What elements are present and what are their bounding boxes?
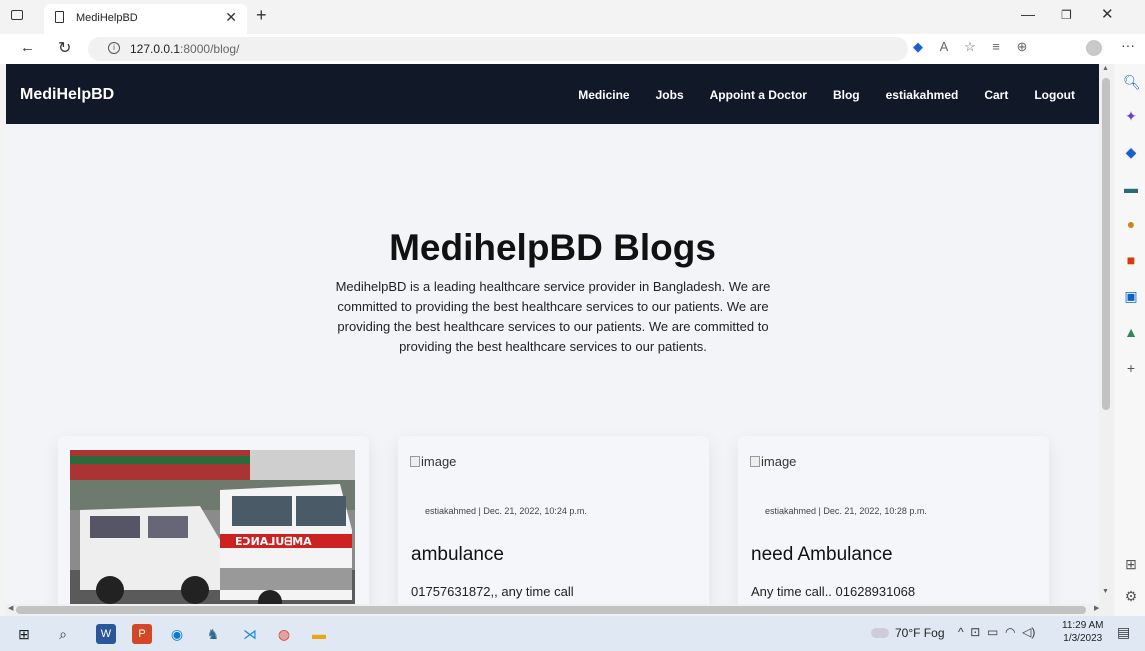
- clock[interactable]: 11:29 AM 1/3/2023: [1062, 619, 1104, 645]
- minimize-icon[interactable]: —: [1021, 6, 1035, 22]
- search-icon[interactable]: 🔍︎: [1123, 74, 1141, 91]
- powerpoint-icon[interactable]: P: [132, 624, 152, 644]
- weather-widget[interactable]: 70°F Fog: [871, 626, 945, 640]
- post-text: Any time call.. 01628931068: [751, 584, 916, 599]
- window-close-icon[interactable]: ✕: [1101, 5, 1114, 23]
- collections-icon[interactable]: ⊕: [1009, 39, 1035, 55]
- scroll-up-icon[interactable]: ▲: [1102, 65, 1109, 72]
- weather-text: 70°F Fog: [895, 626, 945, 640]
- windows-start-icon[interactable]: ⊞: [14, 624, 34, 644]
- back-arrow-icon[interactable]: ←: [20, 39, 35, 56]
- fog-icon: [871, 628, 889, 638]
- scroll-left-icon[interactable]: ◀: [8, 604, 13, 612]
- notifications-icon[interactable]: ▤: [1117, 624, 1130, 641]
- site-menu: Medicine Jobs Appoint a Doctor Blog esti…: [552, 88, 1075, 102]
- copilot-icon[interactable]: ✦: [1123, 108, 1139, 125]
- broken-image: image: [410, 454, 456, 469]
- page-viewport: MediHelpBD Medicine Jobs Appoint a Docto…: [6, 64, 1099, 604]
- chrome-icon[interactable]: ◍: [274, 624, 294, 644]
- browser-tab[interactable]: MediHelpBD ✕: [44, 4, 247, 34]
- menu-blog[interactable]: Blog: [833, 88, 860, 102]
- menu-logout[interactable]: Logout: [1034, 88, 1075, 102]
- postgres-icon[interactable]: ♞: [203, 624, 223, 644]
- post-text: 01757631872,, any time call: [411, 584, 574, 599]
- broken-image: image: [750, 454, 796, 469]
- browser-tabstrip: MediHelpBD ✕ + — ❐ ✕: [0, 0, 1145, 34]
- broken-image-icon: [410, 456, 420, 467]
- outlook-icon[interactable]: ▣: [1123, 288, 1139, 305]
- image-alt-text: image: [761, 454, 797, 469]
- new-tab-icon[interactable]: +: [256, 5, 267, 26]
- blog-card[interactable]: image estiakahmed | Dec. 21, 2022, 10:28…: [738, 436, 1049, 604]
- post-title[interactable]: ambulance: [411, 544, 504, 566]
- page-icon: [55, 11, 64, 23]
- horizontal-scrollbar[interactable]: ◀ ▶: [6, 604, 1113, 616]
- blog-card[interactable]: EƆИA⅃UᗺMA: [58, 436, 369, 604]
- scroll-down-icon[interactable]: ▼: [1102, 588, 1109, 595]
- vscode-icon[interactable]: ⋊: [240, 624, 260, 644]
- browser-toolbar: ← ↻ i 127.0.0.1:8000/blog/ ◆ A ☆ ≡ ⊕ ···: [0, 34, 1145, 64]
- tools-icon[interactable]: ▬: [1123, 180, 1139, 196]
- vertical-scroll-thumb[interactable]: [1102, 78, 1110, 410]
- page-intro: MedihelpBD is a leading healthcare servi…: [335, 279, 771, 354]
- system-tray[interactable]: ^ ⊡ ▭ ◠ ◁): [958, 625, 1035, 639]
- vertical-scrollbar[interactable]: ▲ ▼: [1099, 64, 1113, 604]
- site-brand[interactable]: MediHelpBD: [20, 86, 114, 104]
- file-explorer-icon[interactable]: ▬: [309, 624, 329, 644]
- menu-appoint-doctor[interactable]: Appoint a Doctor: [710, 88, 807, 102]
- refresh-icon[interactable]: ↻: [58, 38, 71, 58]
- favorite-star-icon[interactable]: ☆: [957, 39, 983, 55]
- clock-time: 11:29 AM: [1062, 620, 1104, 631]
- office-icon[interactable]: ■: [1123, 252, 1139, 268]
- search-icon[interactable]: ⌕: [53, 624, 73, 644]
- windows-taskbar: ⊞ ⌕ W P ◉ ♞ ⋊ ◍ ▬ 70°F Fog ^ ⊡ ▭ ◠ ◁) 11…: [0, 616, 1145, 651]
- add-icon[interactable]: +: [1123, 360, 1139, 376]
- ambulance-photo[interactable]: EƆИA⅃UᗺMA: [70, 450, 355, 604]
- shopping-tag-icon[interactable]: ◆: [1123, 144, 1139, 161]
- edge-icon[interactable]: ◉: [167, 624, 187, 644]
- tab-actions-icon[interactable]: [11, 10, 23, 20]
- info-icon[interactable]: i: [108, 42, 120, 54]
- games-icon[interactable]: ●: [1123, 216, 1139, 232]
- read-aloud-icon[interactable]: A: [931, 39, 957, 54]
- horizontal-scroll-thumb[interactable]: [16, 606, 1086, 614]
- clock-date: 1/3/2023: [1063, 633, 1103, 644]
- post-meta: estiakahmed | Dec. 21, 2022, 10:24 p.m.: [425, 506, 587, 516]
- post-meta: estiakahmed | Dec. 21, 2022, 10:28 p.m.: [765, 506, 927, 516]
- more-icon[interactable]: ···: [1121, 37, 1135, 53]
- url-host: 127.0.0.1: [130, 42, 181, 56]
- profile-avatar[interactable]: [1086, 40, 1102, 56]
- svg-text:EƆИA⅃UᗺMA: EƆИA⅃UᗺMA: [235, 535, 312, 548]
- edge-sidebar: 🔍︎ ✦ ◆ ▬ ● ■ ▣ ▲ + ⊞ ⚙: [1115, 64, 1145, 616]
- address-bar[interactable]: i 127.0.0.1:8000/blog/: [88, 37, 908, 61]
- tab-title: MediHelpBD: [76, 12, 138, 24]
- restore-icon[interactable]: ❐: [1061, 8, 1072, 22]
- split-screen-icon[interactable]: ⊞: [1123, 556, 1139, 573]
- broken-image-icon: [750, 456, 760, 467]
- url-path: :8000/blog/: [180, 42, 240, 56]
- favorites-icon[interactable]: ≡: [983, 39, 1009, 54]
- image-alt-text: image: [421, 454, 457, 469]
- settings-gear-icon[interactable]: ⚙: [1123, 588, 1139, 605]
- tree-icon[interactable]: ▲: [1123, 324, 1139, 340]
- site-navbar: MediHelpBD Medicine Jobs Appoint a Docto…: [6, 64, 1099, 124]
- url-text[interactable]: 127.0.0.1:8000/blog/: [130, 42, 239, 56]
- tag-icon[interactable]: ◆: [905, 39, 931, 55]
- menu-jobs[interactable]: Jobs: [656, 88, 684, 102]
- close-tab-icon[interactable]: ✕: [225, 9, 237, 26]
- blog-card[interactable]: image estiakahmed | Dec. 21, 2022, 10:24…: [398, 436, 709, 604]
- menu-user[interactable]: estiakahmed: [886, 88, 959, 102]
- menu-medicine[interactable]: Medicine: [578, 88, 629, 102]
- post-title[interactable]: need Ambulance: [751, 544, 893, 566]
- address-tools: ◆ A ☆ ≡ ⊕: [905, 39, 1035, 55]
- scroll-right-icon[interactable]: ▶: [1094, 604, 1099, 612]
- page-title: MedihelpBD Blogs: [389, 227, 716, 268]
- menu-cart[interactable]: Cart: [984, 88, 1008, 102]
- word-icon[interactable]: W: [96, 624, 116, 644]
